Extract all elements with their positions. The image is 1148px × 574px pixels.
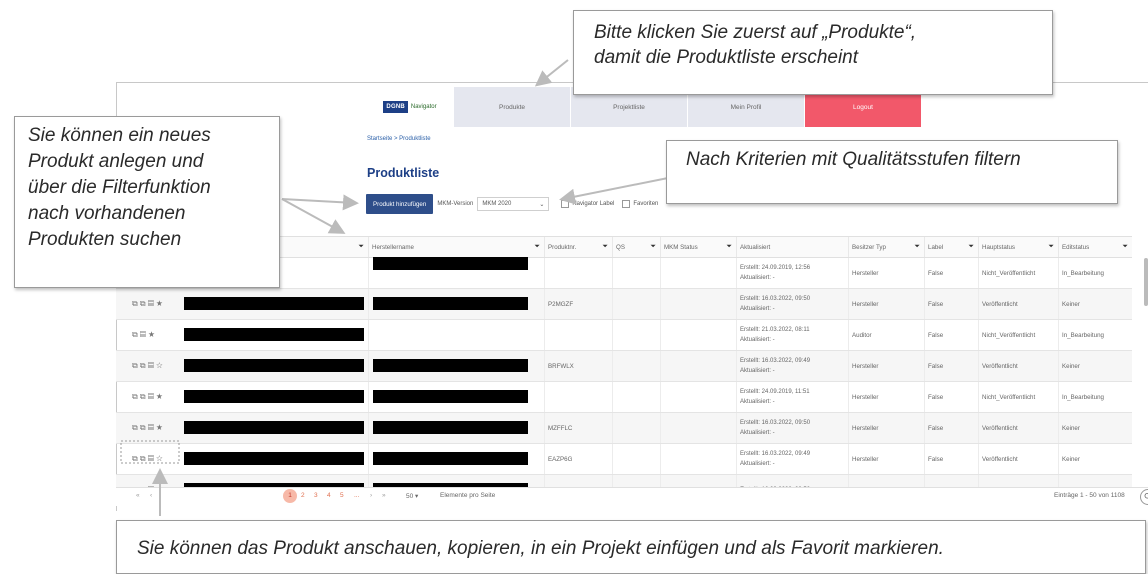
callout-filter: Nach Kriterien mit Qualitätsstufen filte…: [666, 140, 1118, 204]
callout-line: nach vorhandenen: [28, 203, 186, 224]
callout-produkte: Bitte klicken Sie zuerst auf „Produkte“,…: [573, 10, 1053, 95]
arrow-to-produkte: [534, 59, 569, 87]
callout-line: Sie können ein neues: [28, 125, 211, 146]
callout-line: Produkten suchen: [28, 229, 182, 250]
callout-line: damit die Produktliste erscheint: [594, 47, 859, 68]
callout-add-filter: Sie können ein neues Produkt anlegen und…: [14, 116, 280, 288]
callout-line: Produkt anlegen und: [28, 151, 204, 172]
arrow-to-filter: [281, 198, 346, 234]
highlight-row-icons: [120, 440, 180, 464]
callout-line: über die Filterfunktion: [28, 177, 211, 198]
arrow-to-add-button: [281, 194, 359, 211]
callout-actions: Sie können das Produkt anschauen, kopier…: [116, 520, 1146, 574]
callout-line: Bitte klicken Sie zuerst auf „Produkte“,: [594, 22, 917, 43]
arrow-to-version-filter: [559, 177, 669, 205]
